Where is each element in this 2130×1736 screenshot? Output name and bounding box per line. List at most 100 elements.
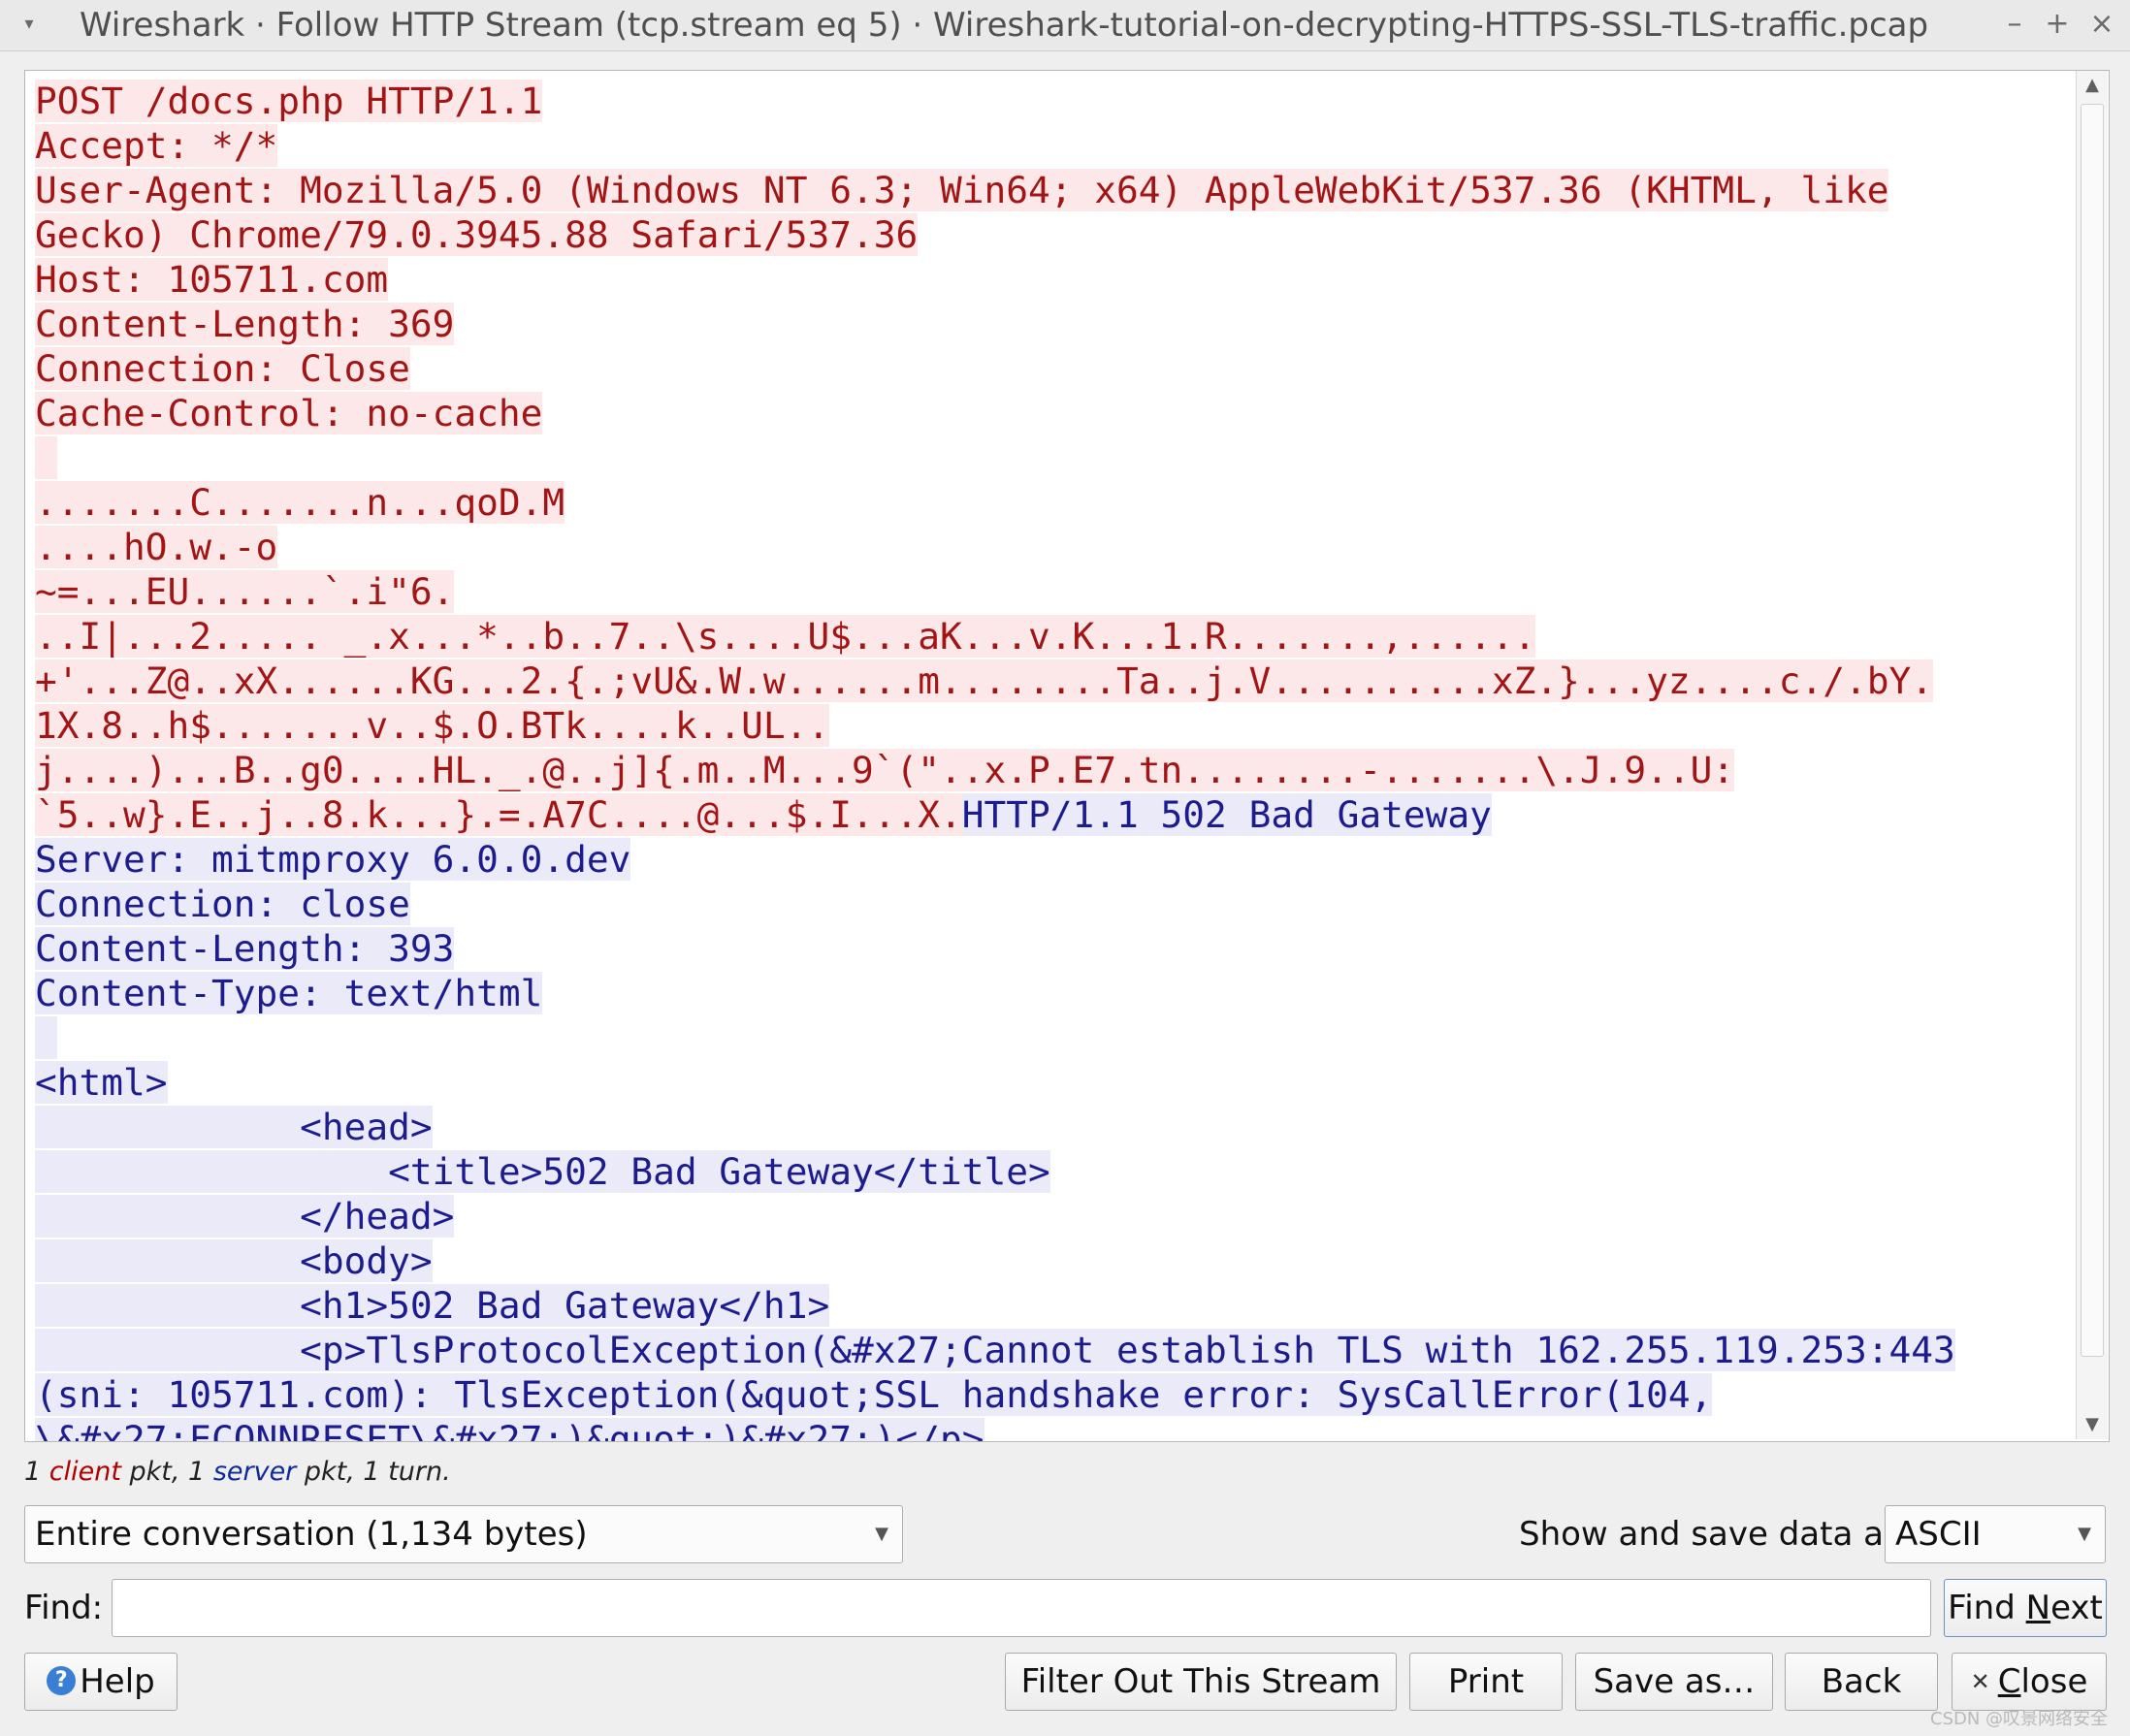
stream-line: +'...Z@..xX......KG...2.{.;vU&.W.w......…	[35, 659, 2082, 703]
stream-line: Content-Type: text/html	[35, 971, 2082, 1015]
close-button[interactable]: ✕ Close	[1952, 1653, 2107, 1711]
stream-line	[35, 435, 2082, 480]
stream-text[interactable]: POST /docs.php HTTP/1.1 Accept: */* User-A…	[35, 79, 2082, 1441]
client-data-segment: Gecko) Chrome/79.0.3945.88 Safari/537.36	[35, 213, 919, 256]
stream-line: .......C.......n...qoD.M	[35, 480, 2082, 525]
chevron-down-icon: ▼	[875, 1524, 888, 1544]
show-data-as-label: Show and save data as	[1519, 1515, 1901, 1554]
status-client-word: client	[48, 1457, 121, 1487]
scroll-down-arrow-icon[interactable]: ▼	[2077, 1410, 2108, 1439]
stream-line: <html>	[35, 1060, 2082, 1105]
server-data-segment: <p>TlsProtocolException(&#x27;Cannot est…	[35, 1329, 1955, 1371]
maximize-icon[interactable]: +	[2041, 8, 2074, 41]
window-menu-icon[interactable]: ▾	[17, 10, 41, 39]
find-next-mnemonic: N	[2025, 1589, 2051, 1627]
server-data-segment	[35, 1016, 57, 1059]
stream-line: POST /docs.php HTTP/1.1	[35, 79, 2082, 123]
client-data-segment: Host: 105711.com	[35, 258, 389, 301]
stream-line: Content-Length: 369	[35, 302, 2082, 346]
server-data-segment: Content-Length: 393	[35, 927, 455, 970]
client-data-segment: .......C.......n...qoD.M	[35, 481, 565, 524]
status-server-word: server	[212, 1457, 297, 1487]
server-data-segment: Content-Type: text/html	[35, 972, 543, 1014]
save-as-button[interactable]: Save as…	[1575, 1653, 1773, 1711]
help-button[interactable]: ? Help	[24, 1653, 178, 1711]
server-data-segment: <head>	[35, 1106, 433, 1148]
find-label: Find:	[24, 1589, 104, 1627]
stream-line: \&#x27;ECONNRESET\&#x27;)&quot;)&#x27;)<…	[35, 1417, 2082, 1441]
client-data-segment: ~=...EU......`.i"6.	[35, 570, 455, 613]
conversation-select[interactable]: Entire conversation (1,134 bytes) ▼	[24, 1505, 903, 1563]
stream-line: j....)...B..g0....HL._.@..j]{.m..M...9`(…	[35, 748, 2082, 792]
stream-line: <head>	[35, 1105, 2082, 1149]
stream-line: 1X.8..h$.......v..$.O.BTk....k..UL..	[35, 703, 2082, 748]
stream-line: Connection: close	[35, 882, 2082, 926]
find-next-button[interactable]: Find Next	[1944, 1579, 2107, 1637]
stream-line: Cache-Control: no-cache	[35, 391, 2082, 435]
server-data-segment: <title>502 Bad Gateway</title>	[35, 1150, 1050, 1193]
filter-out-stream-button[interactable]: Filter Out This Stream	[1005, 1653, 1397, 1711]
find-next-label: Find	[1948, 1589, 2026, 1627]
close-mnemonic: C	[1997, 1662, 2021, 1701]
server-data-segment: \&#x27;ECONNRESET\&#x27;)&quot;)&#x27;)<…	[35, 1418, 984, 1441]
scroll-up-arrow-icon[interactable]: ▲	[2077, 71, 2108, 100]
client-data-segment: `5..w}.E..j..8.k...}.=.A7C....@...$.I...…	[35, 793, 962, 836]
stream-line: ~=...EU......`.i"6.	[35, 569, 2082, 614]
client-data-segment: 1X.8..h$.......v..$.O.BTk....k..UL..	[35, 704, 830, 747]
stream-line: <title>502 Bad Gateway</title>	[35, 1149, 2082, 1194]
stream-line: Accept: */*	[35, 123, 2082, 168]
stream-line: Connection: Close	[35, 346, 2082, 391]
client-data-segment: +'...Z@..xX......KG...2.{.;vU&.W.w......…	[35, 659, 1933, 702]
data-format-select[interactable]: ASCII ▼	[1885, 1505, 2106, 1563]
stream-line: User-Agent: Mozilla/5.0 (Windows NT 6.3;…	[35, 168, 2082, 212]
print-button[interactable]: Print	[1409, 1653, 1563, 1711]
client-data-segment: ....hO.w.-o	[35, 526, 278, 568]
stream-line: Gecko) Chrome/79.0.3945.88 Safari/537.36	[35, 212, 2082, 257]
stream-content-view[interactable]: POST /docs.php HTTP/1.1 Accept: */* User-A…	[24, 70, 2110, 1442]
find-input[interactable]	[112, 1579, 1931, 1637]
help-icon: ?	[47, 1665, 77, 1695]
scrollbar-thumb[interactable]	[2081, 104, 2104, 1357]
help-label: Help	[80, 1662, 155, 1701]
chevron-down-icon: ▼	[2078, 1524, 2091, 1544]
stream-line: Server: mitmproxy 6.0.0.dev	[35, 837, 2082, 882]
close-icon: ✕	[1970, 1668, 1990, 1695]
client-data-segment: Connection: Close	[35, 347, 410, 390]
close-window-icon[interactable]: ×	[2085, 8, 2118, 41]
conversation-select-value: Entire conversation (1,134 bytes)	[35, 1515, 588, 1554]
vertical-scrollbar[interactable]: ▲ ▼	[2076, 71, 2108, 1439]
stream-line: Host: 105711.com	[35, 257, 2082, 302]
client-data-segment: j....)...B..g0....HL._.@..j]{.m..M...9`(…	[35, 749, 1735, 791]
minimize-icon[interactable]: –	[1998, 8, 2031, 41]
client-data-segment: User-Agent: Mozilla/5.0 (Windows NT 6.3;…	[35, 169, 1889, 211]
data-format-value: ASCII	[1895, 1515, 1982, 1554]
server-data-segment: Connection: close	[35, 883, 410, 925]
find-next-label: ext	[2050, 1589, 2103, 1627]
client-data-segment: Cache-Control: no-cache	[35, 392, 543, 434]
follow-stream-window: ▾ Wireshark · Follow HTTP Stream (tcp.st…	[0, 0, 2130, 1736]
stream-line: Content-Length: 393	[35, 926, 2082, 971]
client-data-segment: ..I|...2..... _.x...*..b..7..\s....U$...…	[35, 615, 1536, 658]
stream-line: `5..w}.E..j..8.k...}.=.A7C....@...$.I...…	[35, 792, 2082, 837]
client-data-segment: POST /docs.php HTTP/1.1	[35, 80, 543, 122]
back-button[interactable]: Back	[1785, 1653, 1938, 1711]
stream-line: (sni: 105711.com): TlsException(&quot;SS…	[35, 1372, 2082, 1417]
close-label: lose	[2020, 1662, 2088, 1701]
window-title: Wireshark · Follow HTTP Stream (tcp.stre…	[80, 6, 1929, 45]
server-data-segment: <body>	[35, 1239, 433, 1282]
stream-line: </head>	[35, 1194, 2082, 1238]
stream-line: <h1>502 Bad Gateway</h1>	[35, 1283, 2082, 1328]
status-text-part: 1	[24, 1457, 49, 1487]
status-text-part: pkt, 1	[120, 1457, 213, 1487]
server-data-segment: (sni: 105711.com): TlsException(&quot;SS…	[35, 1373, 1713, 1416]
stream-line: <body>	[35, 1238, 2082, 1283]
server-data-segment: Server: mitmproxy 6.0.0.dev	[35, 838, 631, 881]
watermark-text: CSDN @叹景网络安全	[1930, 1709, 2109, 1729]
stream-status-text: 1 client pkt, 1 server pkt, 1 turn.	[24, 1453, 451, 1492]
stream-line: <p>TlsProtocolException(&#x27;Cannot est…	[35, 1328, 2082, 1372]
server-data-segment: <html>	[35, 1061, 168, 1104]
client-data-segment: Accept: */*	[35, 124, 278, 167]
server-data-segment: HTTP/1.1 502 Bad Gateway	[961, 793, 1492, 836]
server-data-segment: </head>	[35, 1195, 455, 1238]
client-data-segment	[35, 436, 57, 479]
